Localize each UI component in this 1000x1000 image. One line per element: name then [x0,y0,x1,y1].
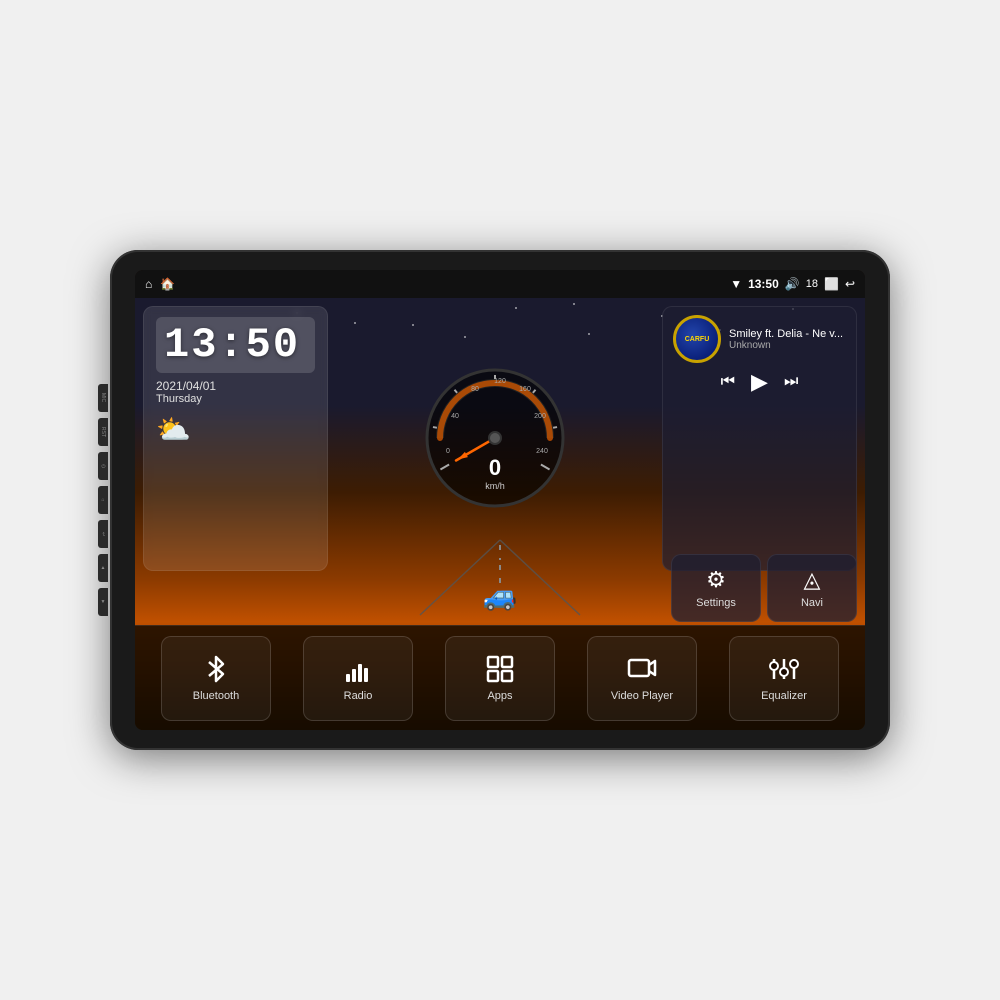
rst-button[interactable]: RST [98,418,108,446]
radio-button[interactable]: Radio [303,636,413,721]
back-icon: ↩ [845,277,855,291]
svg-text:160: 160 [519,386,531,393]
volume-level: 18 [806,278,818,290]
radio-label: Radio [344,690,373,702]
status-time: 13:50 [748,277,779,291]
apps-icon [485,654,515,684]
main-content: 13:50 2021/04/01 Thursday ⛅ [135,298,865,730]
vol-up-button[interactable]: ▲ [98,554,108,582]
screen: ⌂ 🏠 ▼ 13:50 🔊 18 ⬜ ↩ [135,270,865,730]
navi-label: Navi [801,597,823,609]
prev-button[interactable]: ⏮ [721,373,735,391]
music-logo-text: CARFU [685,336,710,343]
bluetooth-button[interactable]: Bluetooth [161,636,271,721]
speedo-value: 0 km/h [485,455,505,491]
status-left: ⌂ 🏠 [145,277,175,291]
car-road-scene: 🚙 [400,530,600,620]
settings-label: Settings [696,597,736,609]
radio-icon [343,654,373,684]
music-info: Smiley ft. Delia - Ne v... Unknown [729,328,846,351]
road-scene-svg: 🚙 [400,530,600,620]
speedo-number: 0 [485,455,505,481]
music-title: Smiley ft. Delia - Ne v... [729,328,846,340]
volume-icon: 🔊 [785,277,800,291]
equalizer-label: Equalizer [761,690,807,702]
clock-time: 13:50 [156,317,315,373]
power-button[interactable]: ⏻ [98,452,108,480]
navi-button[interactable]: ◬ Navi [767,554,857,622]
clock-day: Thursday [156,393,315,405]
music-controls: ⏮ ▶ ⏭ [673,369,846,395]
next-button[interactable]: ⏭ [784,373,798,391]
car-head-unit: MIC RST ⏻ ⌂ ↩ ▲ ▼ ⌂ 🏠 ▼ 13:5 [110,250,890,750]
mic-button[interactable]: MIC [98,384,108,412]
side-buttons: MIC RST ⏻ ⌂ ↩ ▲ ▼ [98,384,108,616]
play-button[interactable]: ▶ [751,369,768,395]
equalizer-button[interactable]: Equalizer [729,636,839,721]
vol-down-button[interactable]: ▼ [98,588,108,616]
speedometer: 0 40 80 120 160 200 240 [420,363,570,513]
wifi-icon: ▼ [730,277,742,291]
clock-widget: 13:50 2021/04/01 Thursday ⛅ [143,306,328,571]
settings-icon: ⚙ [706,567,726,593]
music-artist: Unknown [729,340,846,351]
clock-date: 2021/04/01 [156,379,315,393]
window-icon: ⬜ [824,277,839,291]
speedo-unit: km/h [485,481,505,491]
equalizer-icon [769,654,799,684]
svg-text:200: 200 [534,413,546,420]
home-icon: ⌂ [145,277,152,291]
svg-text:0: 0 [446,448,450,455]
home-button[interactable]: ⌂ [98,486,108,514]
action-buttons: ⚙ Settings ◬ Navi [671,554,857,622]
bluetooth-label: Bluetooth [193,690,239,702]
video-label: Video Player [611,690,673,702]
bottom-toolbar: Bluetooth Radio [135,625,865,730]
weather-icon: ⛅ [156,413,315,446]
apps-button[interactable]: Apps [445,636,555,721]
svg-text:40: 40 [451,413,459,420]
music-widget: CARFU Smiley ft. Delia - Ne v... Unknown… [662,306,857,571]
apps-label: Apps [487,690,512,702]
bluetooth-icon [201,654,231,684]
svg-text:120: 120 [494,378,506,385]
svg-text:240: 240 [536,448,548,455]
back-button[interactable]: ↩ [98,520,108,548]
settings-button[interactable]: ⚙ Settings [671,554,761,622]
status-right: ▼ 13:50 🔊 18 ⬜ ↩ [730,277,855,291]
navi-icon: ◬ [804,567,821,593]
svg-text:🚙: 🚙 [483,580,518,612]
svg-text:80: 80 [471,386,479,393]
video-button[interactable]: Video Player [587,636,697,721]
music-top: CARFU Smiley ft. Delia - Ne v... Unknown [673,315,846,363]
music-logo: CARFU [673,315,721,363]
status-bar: ⌂ 🏠 ▼ 13:50 🔊 18 ⬜ ↩ [135,270,865,298]
video-icon [627,654,657,684]
house-icon: 🏠 [160,277,175,291]
